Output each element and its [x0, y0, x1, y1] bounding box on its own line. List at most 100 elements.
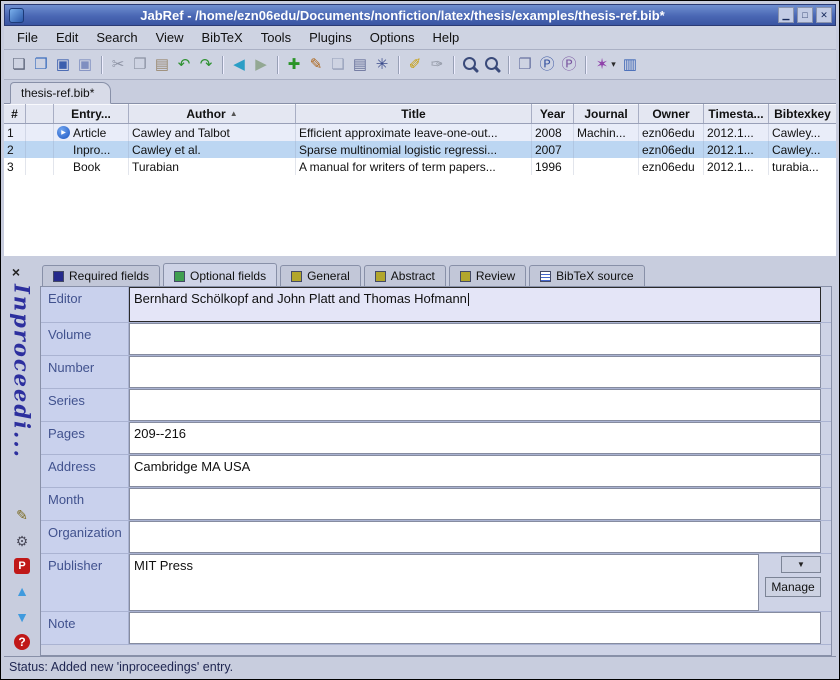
field-row: Organization	[41, 521, 831, 554]
editor-tab[interactable]: Abstract	[364, 265, 446, 287]
table-body: 1 Article Cawley and Talbot Efficient ap…	[4, 124, 836, 175]
new-entry-icon[interactable]: ✚	[283, 54, 305, 76]
copy-key-icon[interactable]: ❐	[514, 54, 536, 76]
column-header-bibtexkey[interactable]: Bibtexkey	[769, 104, 836, 123]
column-header-entrytype[interactable]: Entry...	[54, 104, 129, 123]
mark-entries-icon[interactable]: ✐	[404, 54, 426, 76]
manage-button[interactable]: Manage	[765, 577, 821, 597]
field-value-wrap	[129, 323, 831, 355]
table-row[interactable]: 2 Inpro... Cawley et al. Sparse multinom…	[4, 141, 836, 158]
help-icon[interactable]: ?	[14, 634, 30, 650]
save-database-icon[interactable]: ▣	[52, 54, 74, 76]
field-input[interactable]	[129, 323, 821, 355]
toolbar-dropdown-arrow[interactable]: ▾	[608, 54, 619, 76]
back-icon[interactable]: ◀	[228, 54, 250, 76]
openoffice-icon[interactable]: ▥	[619, 54, 641, 76]
paste-icon[interactable]: ▤	[151, 54, 173, 76]
editor-tab[interactable]: General	[280, 265, 361, 287]
prev-entry-icon[interactable]: ▲	[13, 582, 31, 600]
menu-item[interactable]: View	[147, 27, 193, 48]
menu-item[interactable]: Edit	[47, 27, 87, 48]
publisher-dropdown-button[interactable]: ▼	[781, 556, 821, 573]
column-header-year[interactable]: Year	[532, 104, 574, 123]
field-input[interactable]: MIT Press	[129, 554, 759, 611]
field-input[interactable]	[129, 389, 821, 421]
tab-color-icon	[375, 271, 386, 282]
field-input[interactable]	[129, 612, 821, 644]
editor-side-icons: ✎ ⚙ P ▲ ▼ ?	[13, 506, 31, 650]
table-row[interactable]: 1 Article Cawley and Talbot Efficient ap…	[4, 124, 836, 141]
field-input[interactable]	[129, 356, 821, 388]
editor-tab[interactable]: Review	[449, 265, 526, 287]
cell-owner: ezn06edu	[639, 124, 704, 141]
menu-item[interactable]: Options	[361, 27, 424, 48]
tab-color-icon	[540, 271, 551, 282]
undo-icon[interactable]: ↶	[173, 54, 195, 76]
cell-entrytype-label: Article	[73, 126, 106, 140]
menu-item[interactable]: Search	[87, 27, 146, 48]
editor-tab[interactable]: Optional fields	[163, 263, 277, 287]
field-input[interactable]	[129, 488, 821, 520]
menu-item[interactable]: Help	[424, 27, 469, 48]
field-value-wrap	[129, 356, 831, 388]
entry-editor-main: Required fields Optional fields General	[40, 262, 836, 656]
push-application-alt-icon[interactable]: Ⓟ	[558, 54, 580, 76]
toolbar-separator	[580, 54, 591, 76]
editor-tab[interactable]: BibTeX source	[529, 265, 644, 287]
push-application-icon[interactable]: Ⓟ	[536, 54, 558, 76]
column-header-owner[interactable]: Owner	[639, 104, 704, 123]
file-link-icon	[57, 126, 70, 139]
cell-year: 1996	[532, 158, 574, 175]
open-database-icon[interactable]: ❐	[30, 54, 52, 76]
field-input[interactable]: Bernhard Schölkopf and John Platt and Th…	[129, 287, 821, 322]
generate-key-icon[interactable]: ✎	[13, 506, 31, 524]
field-input[interactable]: Cambridge MA USA	[129, 455, 821, 487]
close-editor-icon[interactable]: ×	[8, 264, 24, 280]
column-header-author[interactable]: Author ▲	[129, 104, 296, 123]
unmark-entries-icon[interactable]: ✑	[426, 54, 448, 76]
column-header-rank[interactable]	[26, 104, 54, 123]
field-value-wrap: Bernhard Schölkopf and John Platt and Th…	[129, 287, 831, 322]
editor-tabs: Required fields Optional fields General	[40, 262, 832, 286]
next-entry-icon[interactable]: ▼	[13, 608, 31, 626]
field-value-wrap: 209--216	[129, 422, 831, 454]
field-input[interactable]	[129, 521, 821, 553]
edit-entry-icon[interactable]: ✎	[305, 54, 327, 76]
field-text: 209--216	[134, 426, 186, 441]
cell-timestamp: 2012.1...	[704, 124, 769, 141]
close-button[interactable]: ✕	[816, 7, 832, 23]
table-row[interactable]: 3 Book Turabian A manual for writers of …	[4, 158, 836, 175]
column-header-title[interactable]: Title	[296, 104, 532, 123]
new-database-icon[interactable]: ❏	[8, 54, 30, 76]
publisher-extras: ▼ Manage	[765, 554, 821, 611]
forward-icon[interactable]: ▶	[250, 54, 272, 76]
search-icon[interactable]	[459, 54, 481, 76]
save-as-icon[interactable]: ▣	[74, 54, 96, 76]
file-tab[interactable]: thesis-ref.bib*	[10, 82, 111, 104]
field-row: Editor Bernhard Schölkopf and John Platt…	[41, 287, 831, 323]
global-search-icon[interactable]	[481, 54, 503, 76]
titlebar[interactable]: JabRef - /home/ezn06edu/Documents/nonfic…	[4, 4, 836, 26]
cell-journal: Machin...	[574, 124, 639, 141]
menu-item[interactable]: File	[8, 27, 47, 48]
edit-preamble-icon[interactable]: ▤	[349, 54, 371, 76]
window-title: JabRef - /home/ezn06edu/Documents/nonfic…	[30, 8, 775, 23]
menu-item[interactable]: Tools	[252, 27, 300, 48]
settings-icon[interactable]: ⚙	[13, 532, 31, 550]
manage-keywords-icon[interactable]: ✳	[371, 54, 393, 76]
minimize-button[interactable]: ▁	[778, 7, 794, 23]
tab-label: Review	[476, 269, 515, 283]
redo-icon[interactable]: ↷	[195, 54, 217, 76]
column-header-timestamp[interactable]: Timesta...	[704, 104, 769, 123]
column-header-num[interactable]: #	[4, 104, 26, 123]
cut-icon[interactable]: ✂	[107, 54, 129, 76]
menu-item[interactable]: Plugins	[300, 27, 361, 48]
column-header-journal[interactable]: Journal	[574, 104, 639, 123]
copy-icon[interactable]: ❐	[129, 54, 151, 76]
maximize-button[interactable]: □	[797, 7, 813, 23]
edit-strings-icon[interactable]: ❏	[327, 54, 349, 76]
editor-tab[interactable]: Required fields	[42, 265, 160, 287]
menu-item[interactable]: BibTeX	[193, 27, 252, 48]
field-input[interactable]: 209--216	[129, 422, 821, 454]
pdf-icon[interactable]: P	[14, 558, 30, 574]
